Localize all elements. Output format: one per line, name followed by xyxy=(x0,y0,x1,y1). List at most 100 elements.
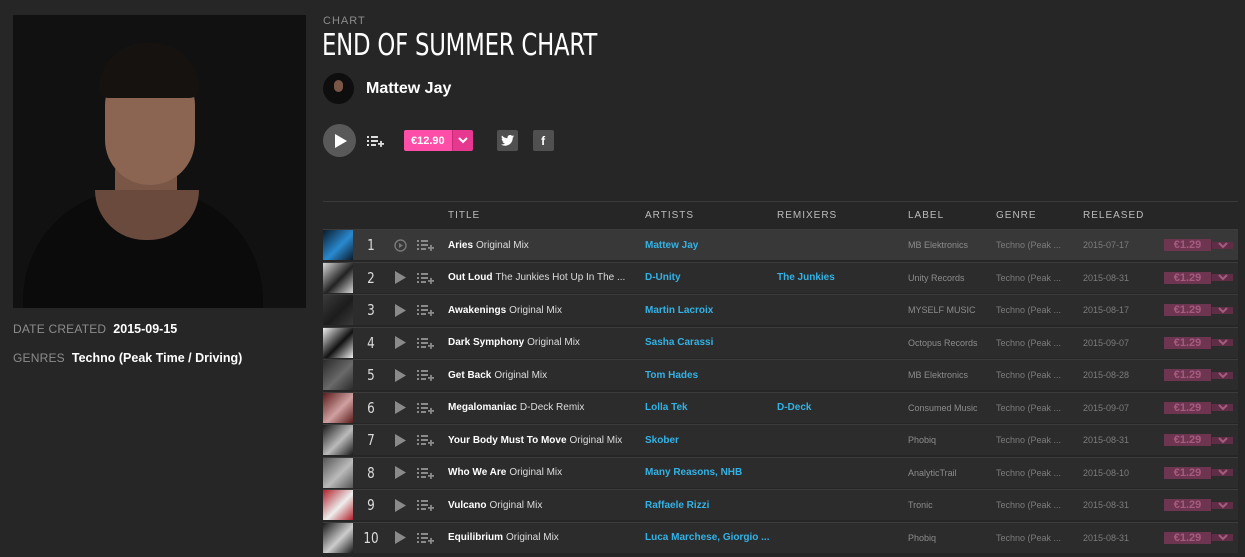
track-buy-dropdown[interactable] xyxy=(1211,241,1233,249)
track-price[interactable]: €1.29 xyxy=(1164,336,1211,349)
track-play-button[interactable] xyxy=(393,490,407,520)
track-mix[interactable]: The Junkies Hot Up In The ... xyxy=(495,272,625,283)
track-mix[interactable]: Original Mix xyxy=(476,240,529,251)
track-label[interactable]: Unity Records xyxy=(908,263,988,293)
track-buy-button[interactable]: €1.29 xyxy=(1164,526,1233,550)
track-title[interactable]: Vulcano Original Mix xyxy=(448,490,634,520)
track-remixers[interactable] xyxy=(777,490,897,520)
track-title[interactable]: Get Back Original Mix xyxy=(448,360,634,390)
genres-value[interactable]: Techno (Peak Time / Driving) xyxy=(72,351,242,365)
track-label[interactable]: Consumed Music xyxy=(908,393,988,423)
track-buy-dropdown[interactable] xyxy=(1211,274,1233,281)
track-buy-button[interactable]: €1.29 xyxy=(1164,266,1233,290)
track-label[interactable]: AnalyticTrail xyxy=(908,458,988,488)
table-row[interactable]: 6 Megalomaniac D-Deck Remix Lolla Tek D-Deck… xyxy=(323,391,1238,423)
track-label[interactable]: Phobiq xyxy=(908,425,988,455)
track-price[interactable]: €1.29 xyxy=(1164,531,1211,544)
track-artists[interactable]: Sasha Carassi xyxy=(645,328,769,358)
chart-artist[interactable]: Mattew Jay xyxy=(323,73,451,104)
track-play-button[interactable] xyxy=(393,523,407,553)
track-genre[interactable]: Techno (Peak ... xyxy=(996,425,1072,455)
track-buy-button[interactable]: €1.29 xyxy=(1164,461,1233,485)
track-buy-dropdown[interactable] xyxy=(1211,339,1233,346)
track-queue-button[interactable] xyxy=(416,393,434,423)
track-buy-dropdown[interactable] xyxy=(1211,404,1233,411)
track-genre[interactable]: Techno (Peak ... xyxy=(996,230,1072,260)
track-play-button[interactable] xyxy=(393,360,407,390)
track-name[interactable]: Out Loud xyxy=(448,272,492,283)
track-mix[interactable]: Original Mix xyxy=(494,370,547,381)
track-buy-dropdown[interactable] xyxy=(1211,436,1233,444)
track-remixers[interactable]: The Junkies xyxy=(777,263,897,293)
track-name[interactable]: Your Body Must To Move xyxy=(448,435,567,446)
track-artists[interactable]: Mattew Jay xyxy=(645,230,769,260)
track-remixers[interactable]: D-Deck xyxy=(777,393,897,423)
track-price[interactable]: €1.29 xyxy=(1164,304,1211,316)
track-buy-dropdown[interactable] xyxy=(1211,469,1233,476)
track-genre[interactable]: Techno (Peak ... xyxy=(996,393,1072,423)
track-buy-dropdown[interactable] xyxy=(1211,306,1233,314)
track-price[interactable]: €1.29 xyxy=(1164,369,1211,381)
track-mix[interactable]: Original Mix xyxy=(527,337,580,348)
track-title[interactable]: Dark Symphony Original Mix xyxy=(448,328,634,358)
track-buy-button[interactable]: €1.29 xyxy=(1164,428,1233,452)
track-price[interactable]: €1.29 xyxy=(1164,434,1211,446)
track-artists[interactable]: Tom Hades xyxy=(645,360,769,390)
track-play-button[interactable] xyxy=(393,230,407,260)
track-buy-dropdown[interactable] xyxy=(1211,371,1233,379)
track-buy-button[interactable]: €1.29 xyxy=(1164,363,1233,387)
track-artists[interactable]: Luca Marchese, Giorgio ... xyxy=(645,523,769,553)
column-label[interactable]: LABEL xyxy=(908,210,944,221)
track-name[interactable]: Vulcano xyxy=(448,500,487,511)
track-label[interactable]: MB Elektronics xyxy=(908,360,988,390)
track-mix[interactable]: Original Mix xyxy=(570,435,623,446)
track-artists[interactable]: Lolla Tek xyxy=(645,393,769,423)
table-row[interactable]: 9 Vulcano Original Mix Raffaele Rizzi Tronic… xyxy=(323,489,1238,520)
track-buy-button[interactable]: €1.29 xyxy=(1164,396,1233,420)
track-artists[interactable]: Martin Lacroix xyxy=(645,295,769,325)
track-label[interactable]: Octopus Records xyxy=(908,328,988,358)
track-genre[interactable]: Techno (Peak ... xyxy=(996,458,1072,488)
buy-chart-button[interactable]: €12.90 xyxy=(404,130,473,151)
track-title[interactable]: Aries Original Mix xyxy=(448,230,634,260)
column-title[interactable]: TITLE xyxy=(448,210,480,221)
twitter-share-button[interactable] xyxy=(496,130,518,151)
track-queue-button[interactable] xyxy=(416,490,434,520)
track-mix[interactable]: D-Deck Remix xyxy=(520,402,584,413)
track-remixers[interactable] xyxy=(777,328,897,358)
track-title[interactable]: Awakenings Original Mix xyxy=(448,295,634,325)
track-remixers[interactable] xyxy=(777,523,897,553)
column-genre[interactable]: GENRE xyxy=(996,210,1037,221)
track-label[interactable]: MYSELF MUSIC xyxy=(908,295,988,325)
column-remixers[interactable]: REMIXERS xyxy=(777,210,837,221)
column-released[interactable]: RELEASED xyxy=(1083,210,1144,221)
track-buy-button[interactable]: €1.29 xyxy=(1164,233,1233,257)
track-name[interactable]: Equilibrium xyxy=(448,532,503,543)
track-mix[interactable]: Original Mix xyxy=(509,305,562,316)
track-queue-button[interactable] xyxy=(416,458,434,488)
track-buy-button[interactable]: €1.29 xyxy=(1164,331,1233,355)
track-title[interactable]: Who We Are Original Mix xyxy=(448,458,634,488)
track-artwork[interactable] xyxy=(323,262,353,293)
table-row[interactable]: 7 Your Body Must To Move Original Mix Skobe… xyxy=(323,424,1238,455)
track-remixers[interactable] xyxy=(777,425,897,455)
track-title[interactable]: Equilibrium Original Mix xyxy=(448,523,634,553)
track-queue-button[interactable] xyxy=(416,295,434,325)
buy-options-dropdown[interactable] xyxy=(451,130,473,151)
track-artwork[interactable] xyxy=(323,522,353,553)
track-artwork[interactable] xyxy=(323,457,353,488)
track-play-button[interactable] xyxy=(393,295,407,325)
table-row[interactable]: 3 Awakenings Original Mix Martin Lacroix MYS… xyxy=(323,294,1238,325)
track-queue-button[interactable] xyxy=(416,523,434,553)
track-artists[interactable]: Many Reasons, NHB xyxy=(645,458,769,488)
track-artwork[interactable] xyxy=(323,360,353,390)
track-genre[interactable]: Techno (Peak ... xyxy=(996,328,1072,358)
track-remixers[interactable] xyxy=(777,230,897,260)
track-buy-dropdown[interactable] xyxy=(1211,534,1233,541)
table-row[interactable]: 5 Get Back Original Mix Tom Hades MB Elektro… xyxy=(323,359,1238,390)
track-remixers[interactable] xyxy=(777,360,897,390)
play-all-button[interactable] xyxy=(323,124,356,157)
track-name[interactable]: Awakenings xyxy=(448,305,506,316)
track-price[interactable]: €1.29 xyxy=(1164,401,1211,414)
track-title[interactable]: Out Loud The Junkies Hot Up In The ... xyxy=(448,263,634,293)
